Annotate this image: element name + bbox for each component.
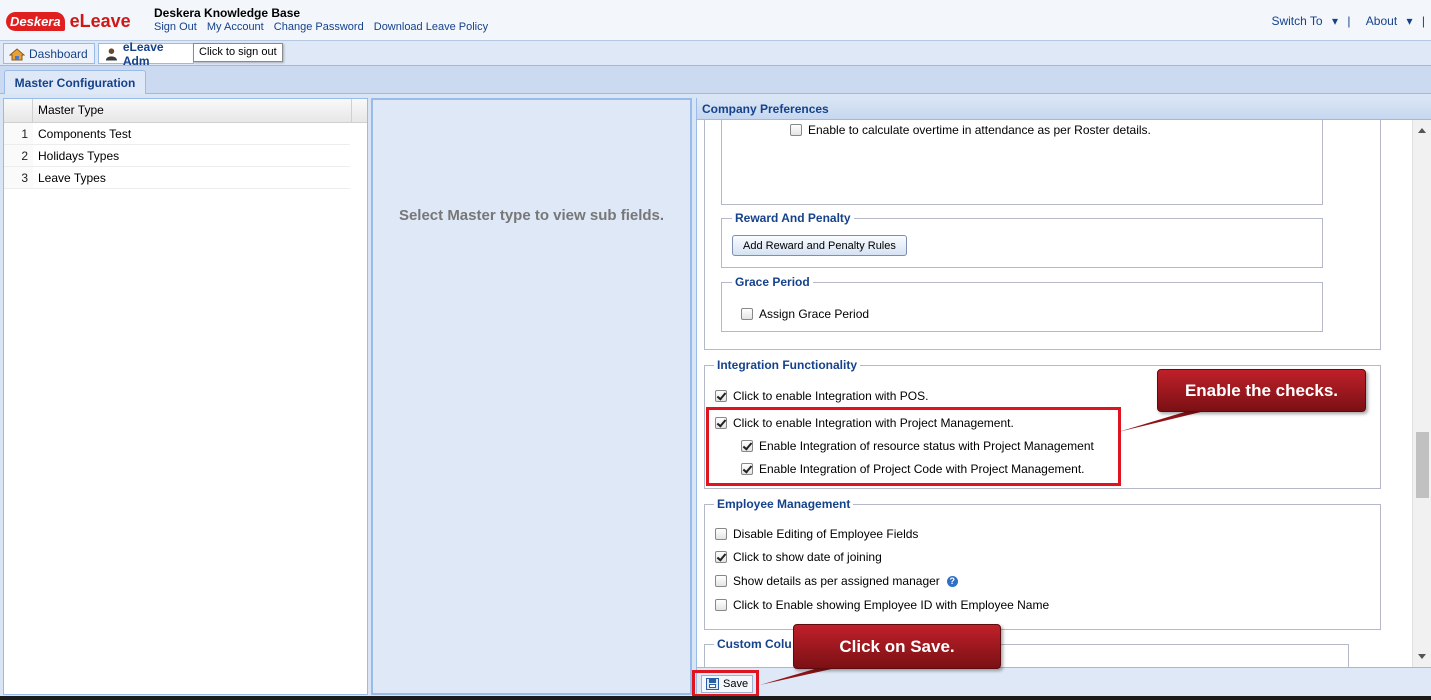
pm-integration-option[interactable]: Click to enable Integration with Project… — [715, 416, 1014, 430]
project-code-option[interactable]: Enable Integration of Project Code with … — [741, 462, 1085, 476]
overtime-checkbox[interactable] — [790, 124, 802, 136]
floppy-disk-icon — [706, 678, 719, 690]
master-type-grid: Master Type 1 Components Test 2 Holidays… — [3, 98, 368, 695]
switch-to-label: Switch To — [1271, 14, 1323, 28]
download-leave-policy-link[interactable]: Download Leave Policy — [374, 21, 488, 33]
chevron-down-icon: ▾ — [1406, 14, 1413, 28]
row-label: Leave Types — [38, 171, 106, 185]
logo-app-name: eLeave — [69, 10, 131, 31]
top-links: Sign Out My Account Change Password Down… — [154, 21, 495, 33]
reward-penalty-fieldset: Reward And Penalty Add Reward and Penalt… — [721, 211, 1323, 268]
integration-legend: Integration Functionality — [714, 358, 860, 372]
add-reward-penalty-button[interactable]: Add Reward and Penalty Rules — [732, 235, 907, 256]
column-header-master-type[interactable]: Master Type — [33, 99, 352, 122]
assigned-manager-checkbox[interactable] — [715, 575, 727, 587]
assigned-manager-label: Show details as per assigned manager — [733, 574, 940, 588]
enable-checks-callout: Enable the checks. — [1157, 369, 1366, 412]
logo-brand: Deskera — [6, 11, 65, 31]
row-label: Holidays Types — [38, 149, 120, 163]
grace-period-fieldset: Grace Period Assign Grace Period — [721, 275, 1323, 332]
row-number: 1 — [4, 123, 33, 144]
switch-to-menu[interactable]: Switch To ▾ — [1265, 14, 1338, 28]
my-account-link[interactable]: My Account — [207, 21, 264, 33]
grace-period-label: Assign Grace Period — [759, 307, 870, 321]
date-of-joining-option[interactable]: Click to show date of joining — [715, 550, 882, 564]
sign-out-tooltip: Click to sign out — [193, 43, 283, 62]
about-label: About — [1365, 14, 1398, 28]
app-window: { "header": { "logo_brand": "Deskera", "… — [0, 0, 1431, 700]
save-button[interactable]: Save — [701, 675, 754, 693]
resource-status-label: Enable Integration of resource status wi… — [759, 439, 1094, 453]
scrollbar-thumb[interactable] — [1416, 432, 1429, 498]
project-code-checkbox[interactable] — [741, 463, 753, 475]
custom-columns-legend: Custom Colu — [714, 637, 795, 651]
empty-state-message: Select Master type to view sub fields. — [398, 207, 665, 224]
app-header: Deskera eLeave Deskera Knowledge Base Si… — [0, 0, 1431, 41]
header-menu: Switch To ▾ | About ▾ | — [1259, 14, 1425, 28]
date-of-joining-label: Click to show date of joining — [733, 550, 882, 564]
tab-admin-label: eLeave Adm — [122, 39, 164, 68]
sign-out-link[interactable]: Sign Out — [154, 21, 197, 33]
tab-dashboard[interactable]: Dashboard — [3, 43, 95, 64]
employee-management-legend: Employee Management — [714, 497, 854, 511]
about-menu[interactable]: About ▾ — [1360, 14, 1413, 28]
tab-eleave-admin[interactable]: eLeave Adm — [98, 40, 194, 68]
employee-id-label: Click to Enable showing Employee ID with… — [733, 598, 1050, 612]
page-title: Deskera Knowledge Base — [154, 6, 301, 20]
disable-editing-checkbox[interactable] — [715, 528, 727, 540]
row-number-header — [4, 99, 33, 122]
help-icon[interactable]: ? — [946, 575, 958, 587]
employee-id-option[interactable]: Click to Enable showing Employee ID with… — [715, 598, 1049, 612]
vertical-scrollbar[interactable] — [1412, 120, 1431, 667]
save-label: Save — [723, 678, 749, 690]
pos-integration-label: Click to enable Integration with POS. — [733, 389, 929, 403]
sub-fields-panel: Select Master type to view sub fields. — [371, 98, 692, 695]
table-row[interactable]: 2 Holidays Types — [4, 145, 350, 167]
date-of-joining-checkbox[interactable] — [715, 551, 727, 563]
assigned-manager-option[interactable]: Show details as per assigned manager ? — [715, 574, 958, 588]
grace-period-checkbox[interactable] — [741, 308, 753, 320]
separator: | — [1347, 14, 1351, 28]
table-row[interactable]: 1 Components Test — [4, 123, 350, 145]
disable-editing-option[interactable]: Disable Editing of Employee Fields — [715, 527, 918, 541]
click-save-callout: Click on Save. — [793, 624, 1001, 669]
overtime-option[interactable]: Enable to calculate overtime in attendan… — [790, 123, 1151, 137]
employee-management-fieldset: Employee Management Disable Editing of E… — [704, 497, 1381, 630]
change-password-link[interactable]: Change Password — [274, 21, 364, 33]
panel-title: Company Preferences — [697, 98, 1431, 120]
dashboard-icon — [9, 47, 25, 60]
master-tab-strip: Master Configuration — [0, 66, 1431, 94]
project-code-label: Enable Integration of Project Code with … — [759, 462, 1085, 476]
grace-period-option[interactable]: Assign Grace Period — [741, 307, 869, 321]
row-label: Components Test — [38, 127, 132, 141]
scroll-up-arrow-icon[interactable] — [1418, 128, 1426, 133]
reward-penalty-legend: Reward And Penalty — [732, 211, 854, 225]
grid-header: Master Type — [4, 99, 367, 123]
scroll-down-arrow-icon[interactable] — [1418, 654, 1426, 659]
employee-id-checkbox[interactable] — [715, 599, 727, 611]
table-row[interactable]: 3 Leave Types — [4, 167, 350, 189]
panel-footer-toolbar: Save — [697, 667, 1431, 697]
row-number: 3 — [4, 167, 33, 188]
separator: | — [1421, 14, 1425, 28]
pm-integration-checkbox[interactable] — [715, 417, 727, 429]
row-number: 2 — [4, 145, 33, 166]
tab-master-configuration[interactable]: Master Configuration — [4, 70, 146, 94]
resource-status-option[interactable]: Enable Integration of resource status wi… — [741, 439, 1094, 453]
chevron-down-icon: ▾ — [1331, 14, 1338, 28]
deskera-logo: Deskera eLeave — [6, 10, 131, 32]
pm-integration-label: Click to enable Integration with Project… — [733, 416, 1014, 430]
disable-editing-label: Disable Editing of Employee Fields — [733, 527, 919, 541]
grace-period-legend: Grace Period — [732, 275, 813, 289]
resource-status-checkbox[interactable] — [741, 440, 753, 452]
user-icon — [105, 47, 117, 60]
taskbar-edge — [0, 696, 1431, 700]
overtime-label: Enable to calculate overtime in attendan… — [808, 123, 1151, 137]
tab-dashboard-label: Dashboard — [29, 46, 88, 61]
pos-integration-option[interactable]: Click to enable Integration with POS. — [715, 389, 928, 403]
pos-integration-checkbox[interactable] — [715, 390, 727, 402]
